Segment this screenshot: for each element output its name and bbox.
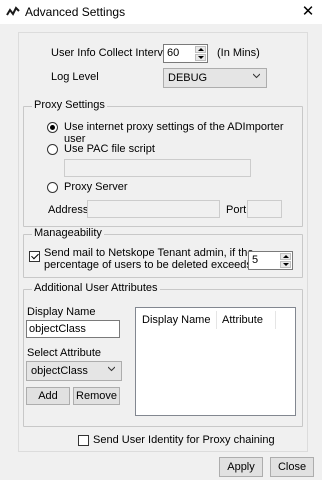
decrement-icon[interactable] <box>195 54 206 61</box>
user-attributes-title: Additional User Attributes <box>32 282 160 294</box>
chevron-down-icon <box>253 73 260 79</box>
port-label: Port <box>226 204 247 216</box>
interval-label: User Info Collect Interval <box>51 47 172 59</box>
window-title: Advanced Settings <box>25 5 126 19</box>
proxy-settings-title: Proxy Settings <box>32 99 107 111</box>
select-attribute-value: objectClass <box>31 365 88 377</box>
pac-file-label: Use PAC file script <box>64 143 155 155</box>
radio-proxy-server[interactable] <box>47 182 58 193</box>
proxy-settings-group: Proxy Settings Use internet proxy settin… <box>23 99 303 227</box>
chevron-down-icon <box>108 366 115 372</box>
app-logo-icon <box>6 6 20 16</box>
remove-button[interactable]: Remove <box>73 387 120 405</box>
attributes-list[interactable]: Display Name Attribute <box>135 307 296 416</box>
radio-pac-file[interactable] <box>47 144 58 155</box>
send-mail-label-line2: percentage of users to be deleted exceed… <box>44 259 252 271</box>
user-attributes-group: Additional User Attributes Display Name … <box>23 282 303 427</box>
apply-button[interactable]: Apply <box>219 457 263 477</box>
radio-internet-proxy[interactable] <box>47 122 58 133</box>
increment-icon[interactable] <box>280 253 291 260</box>
pac-file-input[interactable] <box>64 159 251 177</box>
port-input[interactable] <box>247 200 282 218</box>
address-input[interactable] <box>87 200 220 218</box>
proxy-chaining-label: Send User Identity for Proxy chaining <box>93 434 275 446</box>
percentage-value: 5 <box>252 254 259 266</box>
column-divider <box>216 311 217 329</box>
increment-icon[interactable] <box>195 46 206 53</box>
percentage-stepper[interactable]: 5 <box>248 251 293 270</box>
internet-proxy-label: Use internet proxy settings of the ADImp… <box>64 121 284 145</box>
column-divider <box>275 311 276 329</box>
select-attribute-label: Select Attribute <box>27 347 101 359</box>
close-button[interactable]: Close <box>270 457 314 477</box>
manageability-title: Manageability <box>32 227 104 239</box>
send-mail-label-line1: Send mail to Netskope Tenant admin, if t… <box>44 247 254 259</box>
send-mail-label: Send mail to Netskope Tenant admin, if t… <box>44 247 254 271</box>
send-mail-checkbox[interactable] <box>29 251 40 262</box>
display-name-value: objectClass <box>29 323 86 335</box>
title-bar: Advanced Settings ✕ <box>0 0 322 24</box>
display-name-label: Display Name <box>27 306 96 318</box>
proxy-chaining-checkbox[interactable] <box>78 435 89 446</box>
close-icon[interactable]: ✕ <box>294 0 322 24</box>
interval-unit: (In Mins) <box>217 47 260 59</box>
settings-panel: User Info Collect Interval 60 (In Mins) … <box>18 32 308 452</box>
display-name-input[interactable]: objectClass <box>26 320 120 338</box>
column-attribute[interactable]: Attribute <box>222 314 263 326</box>
proxy-server-label: Proxy Server <box>64 181 128 193</box>
log-level-value: DEBUG <box>168 72 208 84</box>
interval-value: 60 <box>167 47 180 59</box>
column-display-name[interactable]: Display Name <box>142 314 210 326</box>
manageability-group: Manageability Send mail to Netskope Tena… <box>23 227 303 278</box>
log-level-label: Log Level <box>51 71 99 83</box>
address-label: Address <box>48 204 89 216</box>
interval-stepper[interactable]: 60 <box>163 44 208 63</box>
log-level-select[interactable]: DEBUG <box>163 68 267 88</box>
decrement-icon[interactable] <box>280 261 291 268</box>
select-attribute-dropdown[interactable]: objectClass <box>26 361 122 381</box>
add-button[interactable]: Add <box>26 387 70 405</box>
